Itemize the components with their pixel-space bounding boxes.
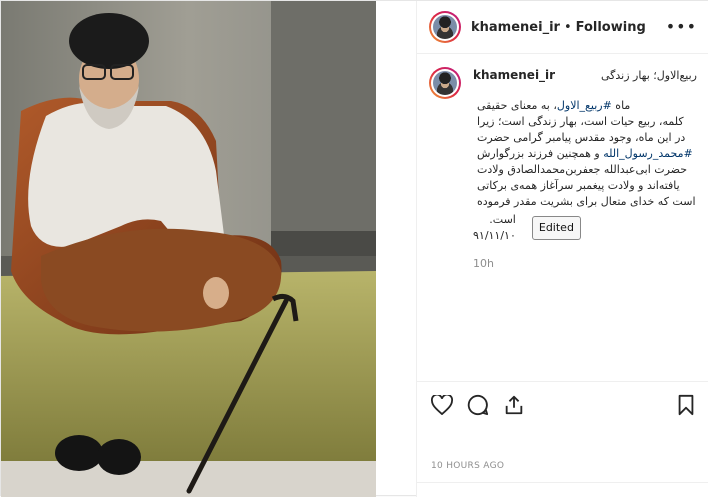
caption-line: ماه: [611, 99, 631, 112]
post-timestamp[interactable]: 10 HOURS AGO: [431, 461, 504, 471]
instagram-post: khamenei_ir • Following ••• khamenei_ir …: [0, 0, 708, 497]
photo-illustration: [1, 1, 376, 497]
caption-line: حضرت ابی‌عبدالله جعفربن‌محمدالصادق ولادت: [477, 163, 688, 176]
caption-title: ربیع‌الاول؛ بهار زندگی: [600, 69, 697, 82]
hashtag-link[interactable]: #ربیع_الاول: [557, 99, 612, 112]
comment-icon[interactable]: [467, 394, 489, 416]
caption-line: است.: [489, 213, 516, 226]
hashtag-link[interactable]: #محمد_رسول_الله: [603, 147, 693, 160]
post-photo[interactable]: [1, 1, 376, 497]
separator-dot: •: [563, 19, 572, 35]
caption-username[interactable]: khamenei_ir: [473, 67, 555, 83]
caption-line: است که خدای متعال برای بشریت مقدر فرموده: [477, 195, 696, 208]
bookmark-icon[interactable]: [677, 394, 695, 416]
caption-date: ۹۱/۱۱/۱۰: [473, 229, 516, 242]
author-avatar[interactable]: [429, 11, 461, 43]
caption-timestamp[interactable]: 10h: [473, 256, 697, 272]
action-bar: [417, 381, 708, 427]
comment-bar[interactable]: [417, 482, 708, 497]
edited-tooltip: Edited: [531, 216, 581, 240]
author-username[interactable]: khamenei_ir: [471, 20, 560, 35]
more-icon[interactable]: •••: [666, 17, 697, 36]
following-button[interactable]: Following: [576, 20, 646, 35]
caption-line: و همچنین فرزند بزرگوارش: [477, 147, 604, 160]
caption-line: کلمه، ربیع حیات است، بهار زندگی است؛ زیر…: [477, 115, 684, 128]
caption-text: ماه #ربیع_الاول، به معنای حقیقی کلمه، رب…: [473, 98, 697, 210]
caption-line: ، به معنای حقیقی: [477, 99, 557, 112]
post-details-panel: khamenei_ir • Following ••• khamenei_ir …: [416, 1, 708, 497]
heart-icon[interactable]: [431, 394, 453, 415]
caption-line: یافته‌اند و ولادت پیغمبر سرآغاز همه‌ی بر…: [477, 179, 680, 192]
caption-line: در این ماه، وجود مقدس پیامبر گرامی حضرت: [477, 131, 686, 144]
post-header: khamenei_ir • Following •••: [417, 1, 708, 54]
caption-avatar[interactable]: [429, 67, 461, 99]
share-icon[interactable]: [503, 394, 525, 416]
post-caption: khamenei_ir ربیع‌الاول؛ بهار زندگی ماه #…: [429, 67, 697, 367]
